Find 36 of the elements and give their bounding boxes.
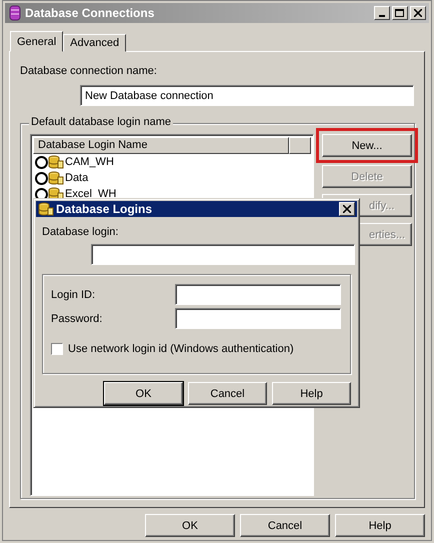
connection-name-field[interactable]: New Database connection [80, 85, 414, 106]
close-icon [414, 9, 422, 17]
close-button[interactable] [339, 202, 355, 216]
login-name[interactable]: Data [65, 172, 88, 184]
input-field[interactable] [175, 308, 341, 329]
radio-button[interactable] [35, 172, 48, 184]
login-name[interactable]: CAM_WH [65, 156, 114, 168]
maximize-icon [395, 8, 405, 18]
database-login-label: Database login: [42, 226, 120, 238]
radio-button[interactable] [35, 156, 48, 168]
dialog-button[interactable]: Cancel [240, 514, 330, 537]
dialog-title: Database Logins [56, 202, 152, 216]
field-label: Login ID: [51, 288, 96, 300]
close-icon [343, 205, 351, 213]
column-header[interactable] [289, 137, 311, 154]
dialog-button[interactable]: Help [335, 514, 425, 537]
database-icon [38, 201, 54, 217]
login-name[interactable]: Excel_WH [65, 188, 116, 200]
database-icon [8, 5, 22, 21]
dialog-button[interactable]: Cancel [188, 382, 267, 405]
database-icon [48, 170, 64, 186]
database-login-field[interactable] [91, 244, 355, 265]
connection-name-label: Database connection name: [20, 65, 158, 77]
checkbox[interactable] [51, 343, 63, 355]
checkbox-label[interactable]: Use network login id (Windows authentication) [68, 343, 294, 355]
tab[interactable]: Advanced [63, 34, 126, 52]
dialog-button[interactable]: OK [104, 382, 183, 405]
database-icon [48, 154, 64, 170]
column-header[interactable]: Database Login Name [33, 137, 290, 154]
input-field[interactable] [175, 284, 341, 305]
dialog-button[interactable]: Help [272, 382, 351, 405]
field-label: Password: [51, 312, 102, 324]
dialog-button[interactable]: OK [145, 514, 235, 537]
tab[interactable]: General [10, 31, 64, 52]
window-title: Database Connections [25, 6, 154, 20]
group-title: Default database login name [29, 116, 174, 128]
